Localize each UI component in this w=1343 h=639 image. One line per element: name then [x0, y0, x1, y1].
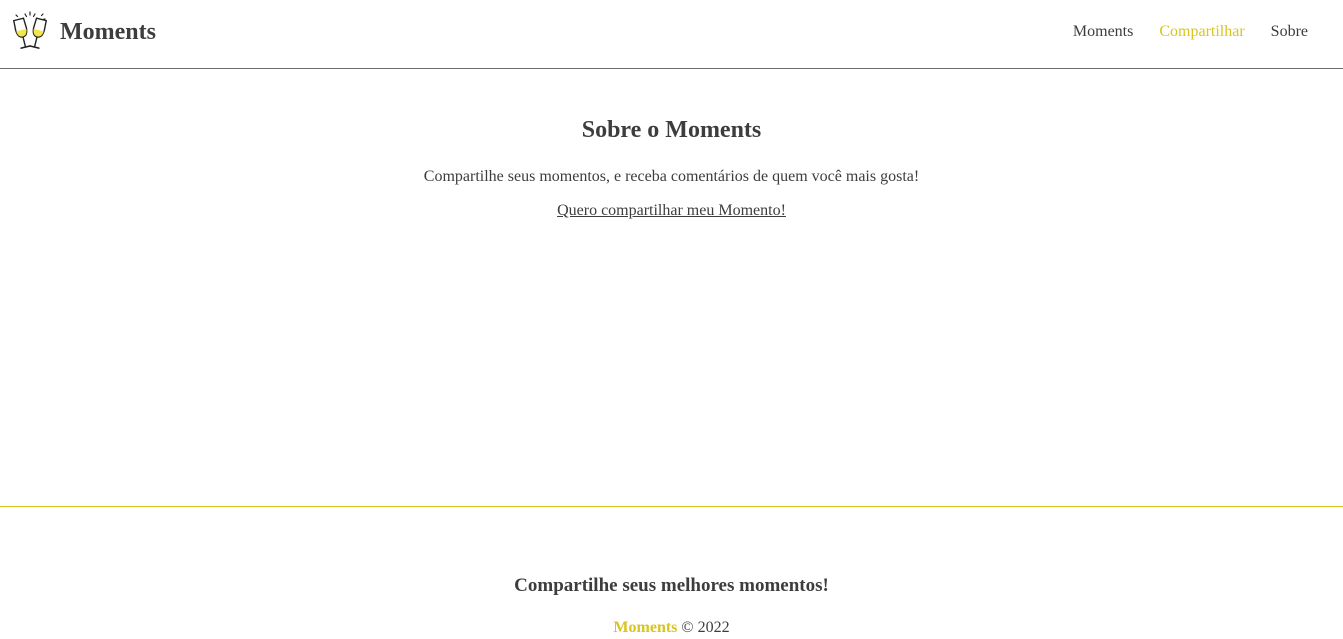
- footer-copyright-text: © 2022: [681, 619, 730, 636]
- nav-link-compartilhar[interactable]: Compartilhar: [1159, 20, 1244, 44]
- footer-brand: Moments: [613, 619, 678, 636]
- site-footer: Compartilhe seus melhores momentos! Mome…: [0, 506, 1343, 639]
- about-section: Sobre o Moments Compartilhe seus momento…: [0, 69, 1343, 506]
- brand-name: Moments: [60, 19, 156, 45]
- main-nav: Moments Compartilhar Sobre: [1073, 20, 1308, 44]
- nav-link-sobre[interactable]: Sobre: [1271, 20, 1308, 44]
- cta-wrapper: Quero compartilhar meu Momento!: [0, 201, 1343, 221]
- page-title: Sobre o Moments: [581, 117, 762, 143]
- footer-copyright: Moments © 2022: [0, 618, 1343, 638]
- site-header: Moments Moments Compartilhar Sobre: [0, 0, 1343, 69]
- share-moment-link[interactable]: Quero compartilhar meu Momento!: [557, 202, 786, 219]
- about-description: Compartilhe seus momentos, e receba come…: [423, 168, 920, 185]
- champagne-toast-icon: [12, 11, 48, 49]
- footer-tagline: Compartilhe seus melhores momentos!: [514, 575, 829, 596]
- brand-link[interactable]: Moments: [10, 11, 156, 53]
- nav-link-moments[interactable]: Moments: [1073, 20, 1133, 44]
